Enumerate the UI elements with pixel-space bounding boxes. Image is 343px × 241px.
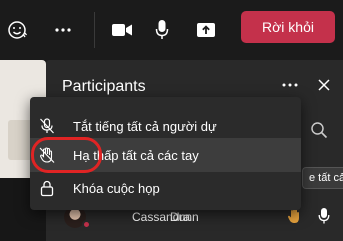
leave-button[interactable]: Rời khỏi [241, 11, 335, 43]
annotation-highlight [31, 137, 102, 173]
menu-item-label: Tắt tiếng tất cả người dự [73, 118, 217, 134]
more-options-icon[interactable] [50, 0, 76, 60]
reactions-icon[interactable] [0, 0, 34, 60]
toolbar-divider [94, 12, 95, 48]
mic-off-icon [37, 116, 57, 136]
menu-item-lock-meeting[interactable]: Khóa cuộc họp [30, 171, 301, 205]
status-badge [82, 220, 91, 229]
microphone-icon[interactable] [150, 0, 174, 60]
menu-item-label: Khóa cuộc họp [73, 180, 160, 196]
mute-all-button[interactable]: e tất cả [302, 167, 343, 189]
more-options-icon[interactable] [280, 75, 300, 95]
meeting-toolbar: Rời khỏi [0, 0, 343, 60]
search-icon[interactable] [304, 115, 334, 145]
video-camera-icon[interactable] [108, 0, 136, 60]
panel-title: Participants [62, 78, 146, 95]
microphone-icon[interactable] [316, 206, 332, 226]
share-tray-icon[interactable] [194, 0, 218, 60]
lock-icon [37, 178, 57, 198]
participant-last-name: Dunn [170, 210, 199, 224]
close-icon[interactable] [314, 75, 334, 95]
